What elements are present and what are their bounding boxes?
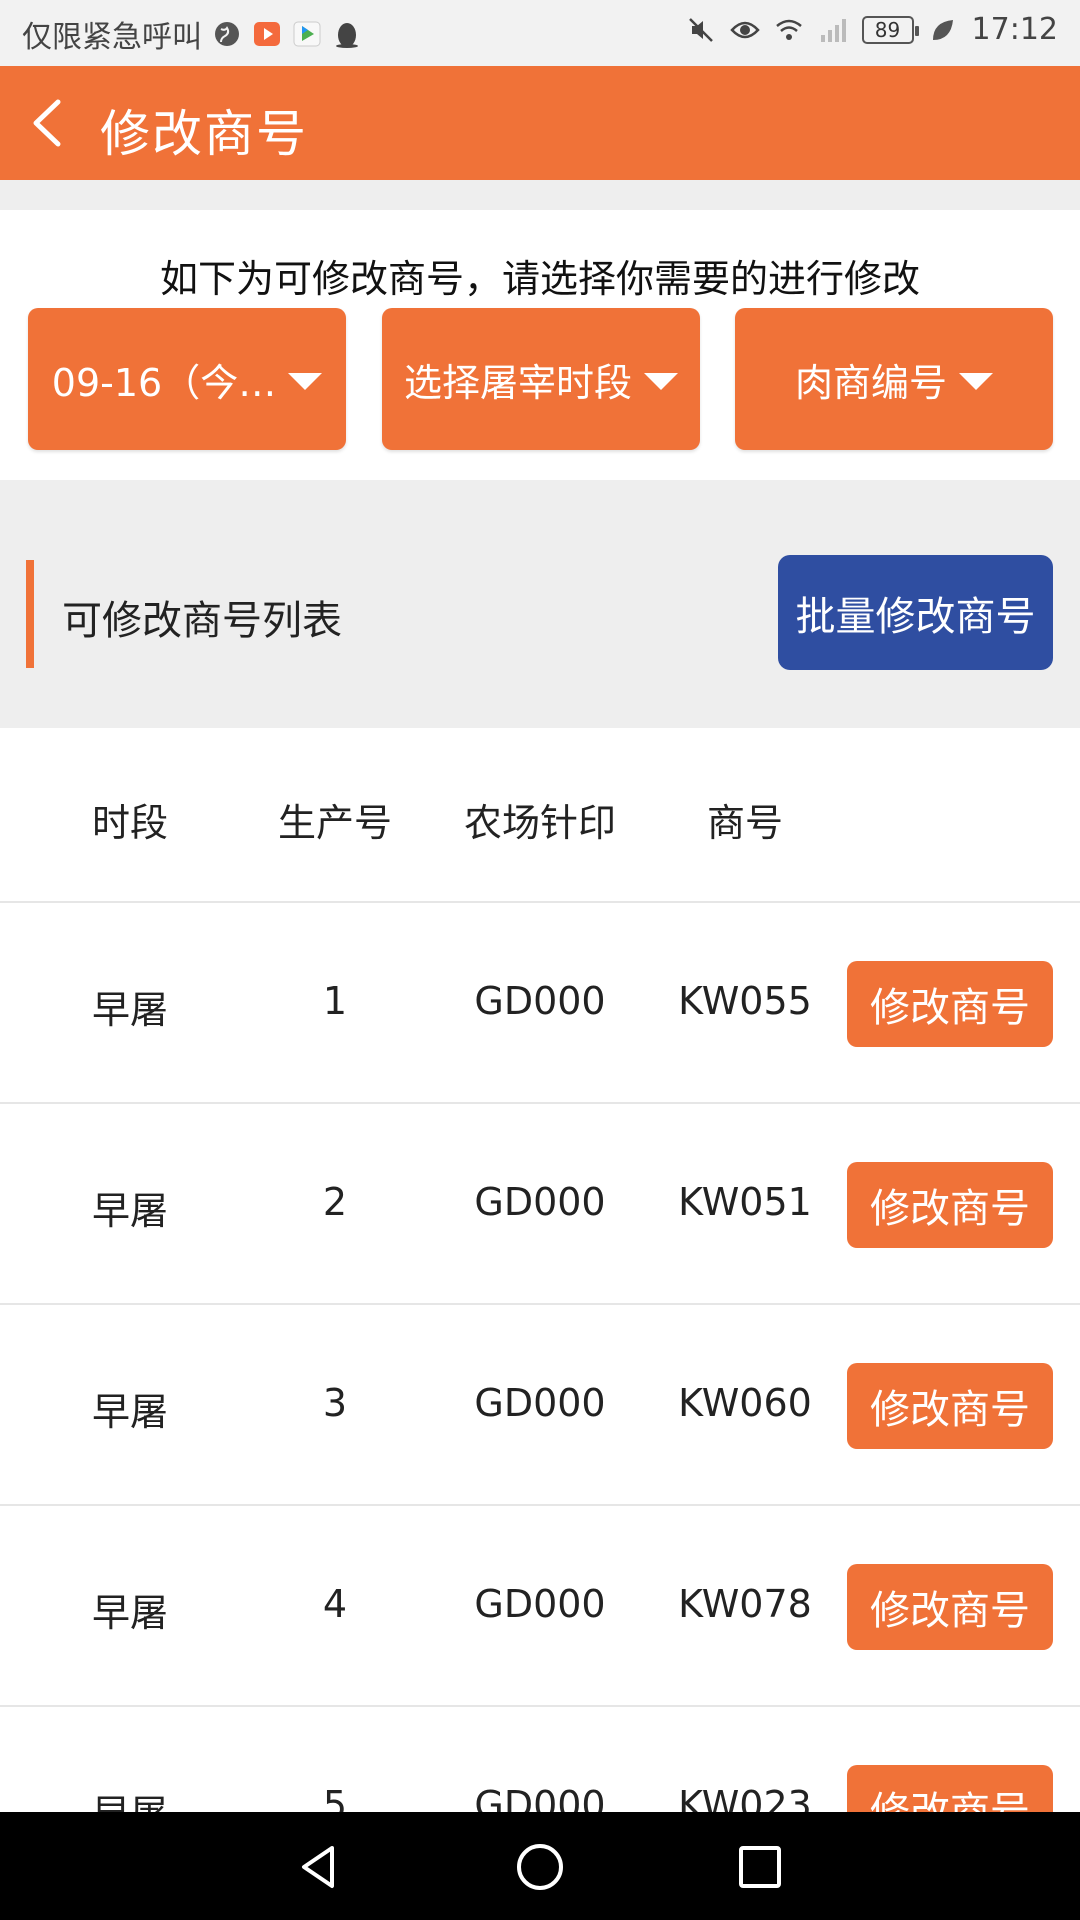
mute-icon	[688, 17, 713, 42]
header-production-no: 生产号	[277, 801, 392, 845]
cell-period: 早屠	[91, 988, 168, 1032]
cell-merchant-no: KW078	[678, 1582, 812, 1626]
caret-down-icon	[959, 372, 993, 390]
edit-merchant-button[interactable]: 修改商号	[847, 1564, 1053, 1650]
cell-period: 早屠	[91, 1390, 168, 1434]
table-row: 早屠 3 GD000 KW060 修改商号	[0, 1305, 1080, 1506]
table-header: 时段 生产号 农场针印 商号	[0, 728, 1080, 903]
carrier-text: 仅限紧急呼叫	[22, 20, 202, 55]
cell-farm-stamp: GD000	[474, 1582, 606, 1626]
qq-penguin-icon	[336, 23, 358, 48]
list-title: 可修改商号列表	[62, 598, 342, 644]
media-app-icon	[293, 21, 321, 47]
batch-edit-button[interactable]: 批量修改商号	[778, 555, 1053, 670]
status-bar-left: 仅限紧急呼叫	[22, 12, 362, 56]
cell-merchant-no: KW055	[678, 979, 812, 1023]
status-bar-right: 89 17:12	[686, 12, 1058, 47]
merchant-dropdown-label: 肉商编号	[794, 360, 947, 405]
cell-production-no: 3	[322, 1381, 348, 1425]
recents-square-icon[interactable]	[733, 1840, 787, 1894]
filter-hint: 如下为可修改商号，请选择你需要的进行修改	[159, 257, 920, 301]
table-row: 早屠 4 GD000 KW078 修改商号	[0, 1506, 1080, 1707]
header-merchant-no: 商号	[706, 801, 783, 845]
period-dropdown[interactable]: 选择屠宰时段	[382, 308, 700, 450]
table-row: 早屠 1 GD000 KW055 修改商号	[0, 903, 1080, 1104]
edit-merchant-button[interactable]: 修改商号	[847, 961, 1053, 1047]
caret-down-icon	[644, 372, 678, 390]
status-bar: 仅限紧急呼叫 89 17:12	[0, 0, 1080, 66]
caret-down-icon	[288, 372, 323, 390]
cell-farm-stamp: GD000	[474, 1180, 606, 1224]
cell-period: 早屠	[91, 1189, 168, 1233]
divider-gap	[0, 180, 1080, 210]
page-title: 修改商号	[100, 105, 308, 163]
cell-production-no: 1	[322, 979, 348, 1023]
clock-text: 17:12	[971, 12, 1058, 47]
cell-farm-stamp: GD000	[474, 979, 606, 1023]
battery-level: 89	[874, 17, 901, 42]
date-dropdown[interactable]: 09-16（今…	[28, 308, 346, 450]
eye-icon	[729, 21, 760, 38]
cell-merchant-no: KW060	[678, 1381, 812, 1425]
date-dropdown-label: 09-16（今…	[51, 360, 277, 405]
home-circle-icon[interactable]	[513, 1840, 567, 1894]
cell-production-no: 4	[322, 1582, 348, 1626]
merchant-dropdown[interactable]: 肉商编号	[735, 308, 1053, 450]
globe-icon	[215, 22, 239, 46]
cell-period: 早屠	[91, 1591, 168, 1635]
chevron-left-icon[interactable]	[22, 96, 76, 150]
cell-merchant-no: KW051	[678, 1180, 812, 1224]
edit-merchant-button[interactable]: 修改商号	[847, 1363, 1053, 1449]
back-triangle-icon[interactable]	[292, 1840, 346, 1894]
cell-production-no: 2	[322, 1180, 348, 1224]
edit-merchant-button[interactable]: 修改商号	[847, 1162, 1053, 1248]
accent-bar	[26, 560, 34, 668]
period-dropdown-label: 选择屠宰时段	[403, 360, 632, 405]
leaf-icon	[932, 19, 953, 40]
header-farm-stamp: 农场针印	[463, 801, 616, 845]
cell-farm-stamp: GD000	[474, 1381, 606, 1425]
video-app-icon	[254, 22, 280, 46]
header-period: 时段	[91, 801, 168, 845]
app-bar: 修改商号	[0, 66, 1080, 180]
wifi-icon	[775, 19, 802, 40]
battery-icon: 89	[861, 15, 919, 44]
signal-icon	[820, 18, 846, 42]
system-nav-bar	[0, 1812, 1080, 1920]
table-row: 早屠 2 GD000 KW051 修改商号	[0, 1104, 1080, 1305]
filter-section: 如下为可修改商号，请选择你需要的进行修改 09-16（今… 选择屠宰时段 肉商编…	[0, 210, 1080, 480]
